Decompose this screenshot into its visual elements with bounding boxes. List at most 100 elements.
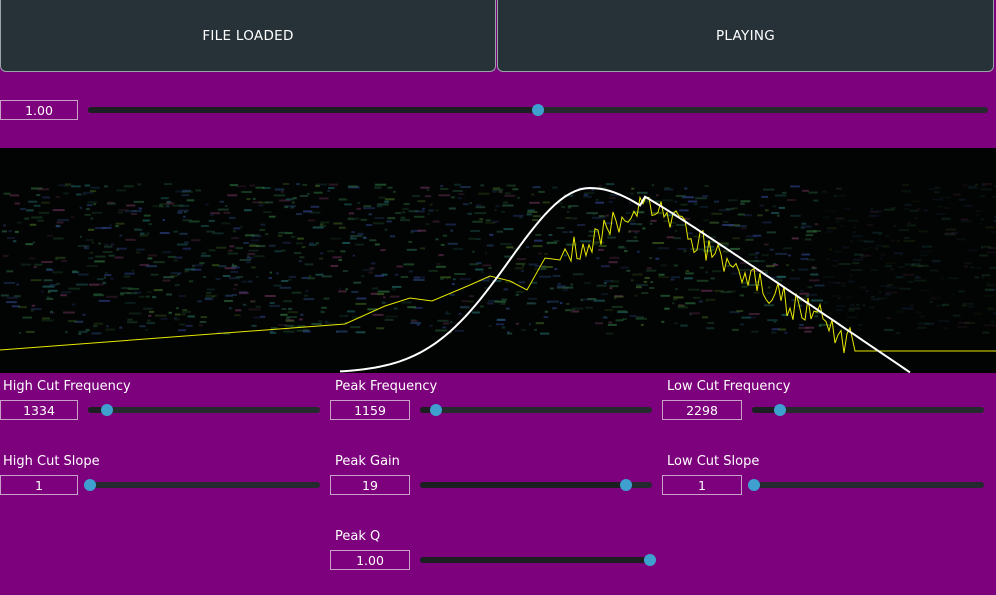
spectrogram-speck xyxy=(856,304,860,306)
spectrogram-speck xyxy=(862,304,866,307)
gain-slider-thumb[interactable] xyxy=(532,104,544,116)
spectrogram-speck xyxy=(732,207,738,210)
spectrogram-speck xyxy=(609,256,620,259)
spectrogram-speck xyxy=(986,251,996,254)
spectrogram-speck xyxy=(452,190,463,192)
peak-frequency-slider[interactable] xyxy=(420,404,652,416)
spectrogram-speck xyxy=(153,261,165,264)
spectrum-graph xyxy=(0,183,996,373)
spectrogram-speck xyxy=(808,191,818,194)
spectrogram-speck xyxy=(887,284,894,287)
spectrogram-speck xyxy=(70,216,75,219)
high-cut-slope-value-box[interactable]: 1 xyxy=(0,475,78,495)
spectrogram-speck xyxy=(762,221,772,224)
spectrogram-speck xyxy=(706,327,715,330)
spectrogram-speck xyxy=(543,316,549,319)
spectrogram-speck xyxy=(345,288,348,291)
spectrogram-speck xyxy=(828,281,840,284)
low-cut-frequency-value-box[interactable]: 2298 xyxy=(662,400,742,420)
spectrogram-speck xyxy=(278,231,287,234)
spectrogram-speck xyxy=(265,233,269,236)
high-cut-frequency-value-box[interactable]: 1334 xyxy=(0,400,78,420)
spectrogram-speck xyxy=(333,222,343,225)
spectrogram-speck xyxy=(14,202,20,205)
peak-gain-slider-thumb[interactable] xyxy=(620,479,633,491)
low-cut-slope-slider[interactable] xyxy=(748,479,984,491)
spectrogram-speck xyxy=(283,330,295,333)
low-cut-frequency-slider[interactable] xyxy=(752,404,984,416)
file-loaded-button[interactable]: FILE LOADED xyxy=(0,0,496,72)
spectrogram-speck xyxy=(240,225,243,228)
spectrogram-speck xyxy=(88,257,94,260)
spectrogram-speck xyxy=(907,280,914,283)
peak-q-value-box[interactable]: 1.00 xyxy=(330,550,410,570)
spectrogram-speck xyxy=(943,206,950,209)
high-cut-frequency-slider-thumb[interactable] xyxy=(100,404,113,416)
spectrogram-speck xyxy=(778,206,785,209)
spectrogram-speck xyxy=(248,308,261,311)
peak-q-slider-thumb[interactable] xyxy=(644,554,656,566)
spectrogram-speck xyxy=(263,211,272,214)
spectrogram-speck xyxy=(335,330,339,333)
peak-frequency-slider-thumb[interactable] xyxy=(430,404,443,416)
peak-gain-value-box[interactable]: 19 xyxy=(330,475,410,495)
spectrogram-speck xyxy=(753,291,760,294)
spectrogram-speck xyxy=(631,187,635,190)
spectrogram-speck xyxy=(103,276,106,279)
spectrogram-speck xyxy=(938,319,950,322)
high-cut-frequency-slider[interactable] xyxy=(88,404,320,416)
spectrogram-speck xyxy=(811,266,815,269)
peak-q-slider[interactable] xyxy=(420,554,656,566)
spectrogram-speck xyxy=(929,300,933,303)
spectrogram-speck xyxy=(650,281,654,284)
gain-slider-fill xyxy=(88,107,538,113)
peak-frequency-value-box[interactable]: 1159 xyxy=(330,400,410,420)
spectrogram-speck xyxy=(501,298,508,301)
spectrogram-speck xyxy=(541,266,553,268)
spectrogram-speck xyxy=(182,310,191,313)
spectrogram-speck xyxy=(445,223,457,226)
spectrogram-speck xyxy=(436,262,441,265)
spectrogram-speck xyxy=(297,237,304,240)
playing-button[interactable]: PLAYING xyxy=(497,0,994,72)
spectrogram-speck xyxy=(712,270,721,273)
spectrogram-speck xyxy=(428,269,439,272)
spectrogram-speck xyxy=(583,193,589,196)
spectrogram-speck xyxy=(591,216,603,219)
low-cut-slope-value-box[interactable]: 1 xyxy=(662,475,742,495)
spectrogram-speck xyxy=(184,211,187,213)
spectrogram-speck xyxy=(425,195,432,198)
spectrogram-speck xyxy=(504,192,511,195)
gain-slider[interactable] xyxy=(88,104,988,116)
spectrogram-speck xyxy=(231,266,240,269)
spectrogram-speck xyxy=(342,242,350,244)
spectrogram-speck xyxy=(29,223,37,226)
spectrogram-speck xyxy=(958,290,965,293)
low-cut-slope-slider-thumb[interactable] xyxy=(748,479,760,491)
spectrogram-speck xyxy=(522,264,525,267)
spectrogram-speck xyxy=(608,321,613,324)
spectrogram-speck xyxy=(475,268,484,271)
spectrogram-speck xyxy=(604,309,614,311)
spectrogram-speck xyxy=(806,258,816,261)
spectrogram-speck xyxy=(280,313,288,316)
spectrogram-speck xyxy=(675,288,678,291)
peak-gain-slider[interactable] xyxy=(420,479,652,491)
low-cut-frequency-slider-thumb[interactable] xyxy=(773,404,786,416)
spectrogram-speck xyxy=(331,322,337,325)
spectrogram-speck xyxy=(673,237,681,240)
spectrogram-speck xyxy=(548,234,553,236)
spectrogram-speck xyxy=(741,227,747,230)
high-cut-slope-slider-thumb[interactable] xyxy=(84,479,96,491)
spectrogram-speck xyxy=(268,277,272,279)
spectrogram-speck xyxy=(763,188,775,191)
spectrogram-speck xyxy=(611,305,623,308)
spectrogram-speck xyxy=(646,269,657,272)
spectrogram-speck xyxy=(79,206,83,209)
gain-value-box[interactable]: 1.00 xyxy=(0,100,78,120)
spectrogram-speck xyxy=(507,332,513,335)
spectrogram-speck xyxy=(291,291,302,294)
high-cut-slope-slider[interactable] xyxy=(84,479,320,491)
spectrogram-speck xyxy=(16,283,19,286)
spectrogram-speck xyxy=(670,278,675,281)
